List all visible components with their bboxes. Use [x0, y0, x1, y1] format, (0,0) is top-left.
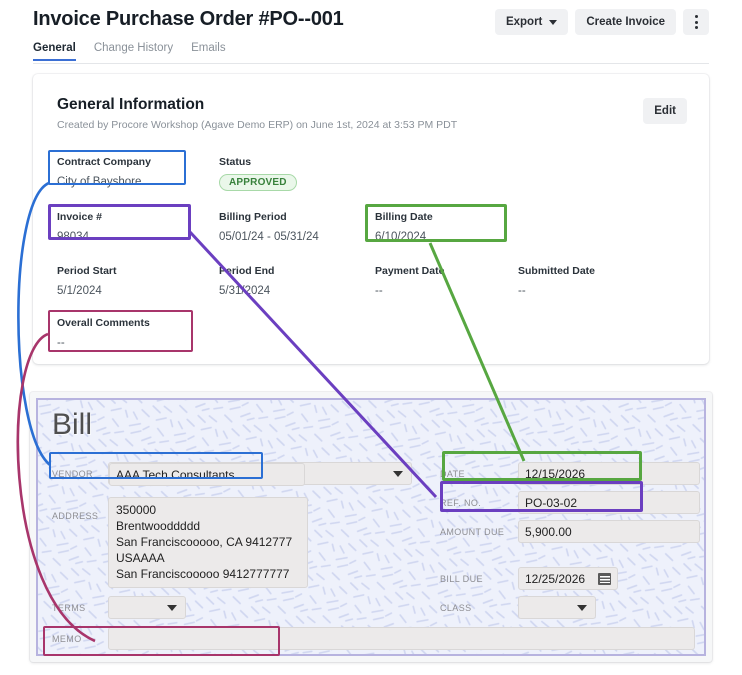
vendor-select[interactable]: AAA Tech Consultants	[108, 462, 412, 486]
bill-vendor-row: VENDOR AAA Tech Consultants	[52, 462, 412, 486]
export-button-label: Export	[505, 16, 543, 28]
field-value: 5/1/2024	[57, 285, 102, 297]
ref-no-label: REF. NO.	[440, 497, 482, 508]
terms-select[interactable]	[108, 596, 186, 619]
general-information-card: General Information Created by Procore W…	[33, 74, 709, 364]
field-period-end: Period End 5/31/2024	[219, 265, 274, 297]
field-label: Billing Date	[375, 211, 433, 223]
field-label: Overall Comments	[57, 317, 150, 329]
tab-general[interactable]: General	[33, 42, 76, 61]
field-value: 05/01/24 - 05/31/24	[219, 231, 319, 243]
chevron-down-icon	[393, 470, 403, 477]
field-payment-date: Payment Date --	[375, 265, 444, 297]
bill-date-row: DATE 12/15/2026	[440, 462, 704, 485]
field-billing-date: Billing Date 6/10/2024	[375, 211, 433, 243]
address-line: San Franciscooooo, CA 9412777	[116, 535, 293, 549]
bill-due-label: BILL DUE	[440, 573, 483, 584]
tab-bar: General Change History Emails	[33, 42, 226, 61]
terms-label: TERMS	[52, 602, 86, 613]
calendar-icon[interactable]	[598, 572, 611, 585]
chevron-down-icon	[577, 604, 587, 611]
create-invoice-button[interactable]: Create Invoice	[575, 9, 676, 35]
field-label: Submitted Date	[518, 265, 596, 277]
memo-label: MEMO	[52, 633, 82, 644]
address-line: 350000	[116, 503, 157, 517]
field-contract-company: Contract Company City of Bayshore	[57, 156, 151, 188]
field-label: Status	[219, 156, 252, 168]
date-input[interactable]: 12/15/2026	[518, 462, 700, 485]
tab-change-history[interactable]: Change History	[94, 42, 173, 61]
page-title: Invoice Purchase Order #PO--001	[33, 8, 344, 30]
bill-due-input[interactable]: 12/25/2026	[518, 567, 618, 590]
field-label: Period End	[219, 265, 275, 277]
field-label: Invoice #	[57, 211, 102, 223]
address-line: USAAAA	[116, 551, 165, 565]
vendor-label: VENDOR	[52, 468, 93, 479]
chevron-down-icon	[167, 604, 177, 611]
address-line: Brentwooddddd	[116, 519, 201, 533]
app-page: Invoice Purchase Order #PO--001 Export C…	[0, 0, 742, 675]
class-label: CLASS	[440, 602, 472, 613]
create-invoice-button-label: Create Invoice	[586, 16, 665, 28]
field-value: City of Bayshore	[57, 176, 142, 188]
amount-due-input[interactable]: 5,900.00	[518, 520, 700, 543]
chevron-down-icon	[549, 19, 558, 25]
memo-input[interactable]	[108, 627, 695, 650]
edit-button[interactable]: Edit	[643, 98, 687, 124]
address-input[interactable]: 350000 Brentwooddddd San Franciscooooo, …	[108, 497, 308, 588]
field-label: Contract Company	[57, 156, 151, 168]
field-label: Payment Date	[375, 265, 445, 277]
bill-due-value: 12/25/2026	[525, 571, 586, 586]
header-actions: Export Create Invoice	[494, 9, 709, 35]
class-select[interactable]	[518, 596, 596, 619]
bill-memo-row: MEMO	[52, 627, 695, 650]
bill-title: Bill	[52, 408, 93, 441]
field-status: Status APPROVED	[219, 156, 297, 191]
bill-ref-no-row: REF. NO. PO-03-02	[440, 491, 700, 514]
ref-no-input[interactable]: PO-03-02	[518, 491, 700, 514]
export-button[interactable]: Export	[494, 9, 569, 35]
field-value: --	[518, 285, 526, 297]
general-information-subtitle: Created by Procore Workshop (Agave Demo …	[57, 119, 458, 131]
field-period-start: Period Start 5/1/2024	[57, 265, 117, 297]
address-label: ADDRESS	[52, 511, 99, 521]
bill-form: Bill VENDOR AAA Tech Consultants ADDRESS…	[36, 398, 706, 656]
bill-amount-due-row: AMOUNT DUE 5,900.00	[440, 520, 700, 543]
field-invoice-number: Invoice # 98034	[57, 211, 102, 243]
header-divider	[33, 63, 709, 64]
date-label: DATE	[440, 468, 465, 479]
field-value: 6/10/2024	[375, 231, 427, 243]
field-value: 5/31/2024	[219, 285, 271, 297]
page-header: Invoice Purchase Order #PO--001 Export C…	[33, 0, 709, 64]
field-billing-period: Billing Period 05/01/24 - 05/31/24	[219, 211, 319, 243]
bill-due-row: BILL DUE 12/25/2026	[440, 567, 618, 590]
field-label: Period Start	[57, 265, 117, 277]
bill-class-row: CLASS	[440, 596, 596, 619]
bill-panel: Bill VENDOR AAA Tech Consultants ADDRESS…	[30, 392, 712, 662]
tab-emails[interactable]: Emails	[191, 42, 226, 61]
kebab-dot-icon	[694, 20, 698, 24]
field-value: --	[57, 337, 65, 349]
vendor-input[interactable]: AAA Tech Consultants	[109, 463, 305, 486]
more-options-button[interactable]	[683, 9, 709, 35]
kebab-dot-icon	[694, 15, 698, 18]
field-label: Billing Period	[219, 211, 287, 223]
address-line: San Franciscooooo 9412777777	[116, 567, 290, 581]
status-badge: APPROVED	[219, 174, 297, 191]
bill-address-row: ADDRESS 350000 Brentwooddddd San Francis…	[52, 497, 308, 588]
bill-terms-row: TERMS	[52, 596, 186, 619]
edit-button-label: Edit	[654, 105, 676, 117]
field-submitted-date: Submitted Date --	[518, 265, 595, 297]
amount-due-label: AMOUNT DUE	[440, 526, 505, 537]
kebab-dot-icon	[694, 26, 698, 29]
field-overall-comments: Overall Comments --	[57, 317, 150, 349]
general-information-title: General Information	[57, 96, 205, 113]
field-value: --	[375, 285, 383, 297]
field-value: 98034	[57, 231, 89, 243]
